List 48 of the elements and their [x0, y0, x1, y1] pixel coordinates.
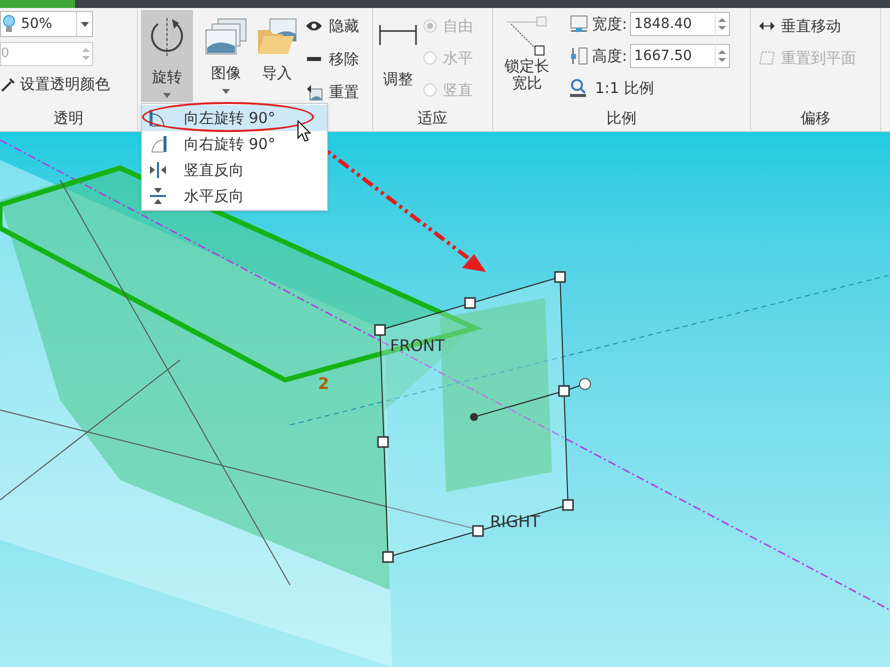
number-field[interactable]: 1667.50 [630, 44, 730, 68]
double-arrow-icon [759, 21, 775, 31]
number-field[interactable]: 1848.40 [630, 12, 730, 36]
height-icon [569, 46, 589, 66]
image-action-button[interactable]: 隐藏 [305, 13, 359, 39]
radio-icon [423, 51, 437, 65]
bulb-icon [1, 14, 17, 34]
one-to-one-scale-button[interactable]: 1:1 比例 [569, 75, 730, 101]
pictures-icon [204, 18, 248, 56]
sketch-label: 2 [318, 373, 330, 395]
pick-color-button[interactable]: 设置透明颜色 [0, 71, 137, 97]
eye-icon [305, 20, 323, 32]
opacity-dropdown[interactable]: 50% [0, 11, 93, 37]
reset-picture-icon [305, 83, 323, 101]
grid-plane-icon [759, 50, 775, 66]
aspect-link-icon [505, 16, 549, 56]
group-label: 比例 [606, 108, 636, 129]
field-label: 高度: [592, 46, 628, 67]
dimension-icon [378, 24, 418, 46]
rotate-button[interactable]: 旋转 [141, 10, 193, 102]
import-button[interactable]: 导入 [253, 8, 301, 86]
magnifier-icon [569, 78, 589, 98]
menu-item-icon [148, 160, 168, 180]
lock-aspect-button[interactable]: 锁定长宽比 [493, 8, 561, 105]
group-label: 透明 [54, 108, 84, 129]
menu-item[interactable]: 向左旋转 90° [142, 105, 327, 131]
menu-item[interactable]: 水平反向 [142, 183, 327, 209]
offset-action-button[interactable]: 垂直移动 [759, 13, 856, 39]
width-icon [569, 14, 589, 34]
radio-icon [423, 19, 437, 33]
caret-icon [222, 88, 230, 94]
caret-icon [80, 22, 88, 26]
adjust-button[interactable]: 调整 [373, 8, 423, 105]
group-label: 偏移 [800, 108, 830, 129]
folder-picture-icon [256, 18, 298, 56]
image-action-button[interactable]: 移除 [305, 46, 359, 72]
caret-icon [163, 92, 171, 98]
image-button[interactable]: 图像 [199, 8, 253, 96]
menu-item-icon [148, 186, 168, 206]
image-action-button[interactable]: 重置 [305, 79, 359, 105]
rotate-icon [148, 16, 186, 58]
menu-item[interactable]: 竖直反向 [142, 157, 327, 183]
spinner-arrows-icon [80, 46, 92, 62]
field-label: 宽度: [592, 14, 628, 35]
cursor-icon [297, 120, 311, 142]
menu-item[interactable]: 向右旋转 90° [142, 131, 327, 157]
group-label: 适应 [418, 108, 448, 129]
radio-icon [423, 83, 437, 97]
